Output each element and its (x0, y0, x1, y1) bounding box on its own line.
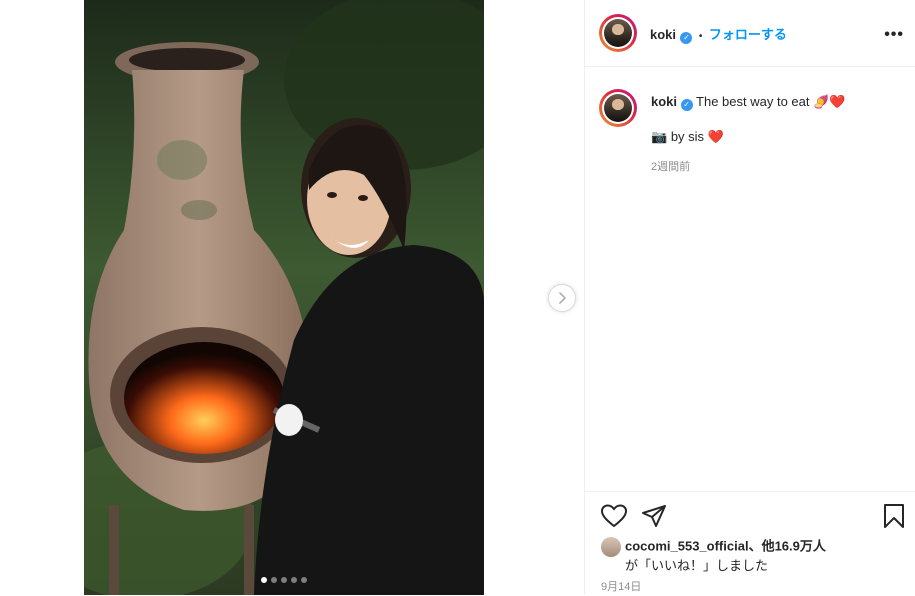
more-options-icon[interactable]: ••• (884, 26, 904, 44)
verified-badge-icon: ✓ (680, 99, 693, 111)
caption-line-2: 📷 by sis ❤️ (651, 128, 901, 146)
likes-count[interactable]: 、他16.9万人 (749, 538, 826, 553)
author-username[interactable]: koki (650, 27, 676, 42)
caption-time[interactable]: 2週間前 (651, 158, 901, 176)
post-photo[interactable] (84, 0, 484, 595)
red-heart-emoji: ❤️ (829, 94, 846, 109)
likes-summary: cocomi_553_official、他16.9万人 が「いいね！」しました (601, 537, 826, 575)
sweet-potato-emoji: 🍠 (813, 94, 830, 109)
post-caption: koki ✓ The best way to eat 🍠❤️ 📷 by sis … (651, 93, 901, 176)
action-bar: cocomi_553_official、他16.9万人 が「いいね！」しました … (585, 491, 915, 596)
save-button[interactable] (883, 503, 905, 534)
likes-text: が「いいね！」しました (625, 558, 769, 573)
post-header: koki ✓ • フォローする ••• (585, 0, 915, 67)
red-heart-emoji: ❤️ (707, 129, 724, 144)
media-pane (0, 0, 584, 595)
carousel-dots (84, 577, 484, 583)
caption-credit: by sis (670, 129, 705, 144)
bookmark-icon (884, 504, 904, 528)
liker-avatar[interactable] (601, 537, 621, 557)
caption-username[interactable]: koki (651, 94, 677, 109)
share-button[interactable] (641, 504, 667, 533)
carousel-dot (271, 577, 277, 583)
carousel-dot (291, 577, 297, 583)
camera-emoji: 📷 (651, 129, 668, 144)
chevron-right-icon (559, 292, 566, 304)
like-button[interactable] (600, 504, 628, 533)
post-details-pane: koki ✓ • フォローする ••• koki ✓ The best way … (584, 0, 915, 595)
next-image-button[interactable] (548, 284, 576, 312)
carousel-dot (281, 577, 287, 583)
caption-avatar[interactable] (599, 89, 637, 127)
send-icon (642, 505, 666, 527)
caption-line-1: koki ✓ The best way to eat 🍠❤️ (651, 93, 901, 111)
header-meta: koki ✓ • フォローする (650, 24, 787, 44)
liker-username[interactable]: cocomi_553_official (625, 538, 749, 553)
heart-icon (600, 504, 628, 528)
author-avatar[interactable] (599, 14, 637, 52)
post-date[interactable]: 9月14日 (601, 578, 641, 594)
carousel-dot (301, 577, 307, 583)
photo-illustration (84, 0, 484, 595)
separator: • (698, 31, 703, 42)
verified-badge-icon: ✓ (680, 32, 693, 44)
follow-button[interactable]: フォローする (709, 27, 787, 42)
caption-text: The best way to eat (696, 94, 810, 109)
carousel-dot-active (261, 577, 267, 583)
